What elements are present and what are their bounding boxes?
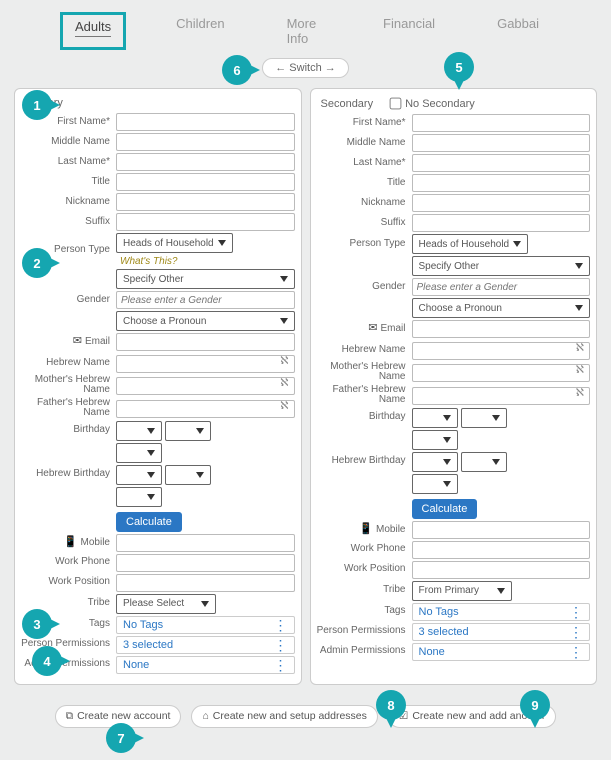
primary-admin-perm-chip[interactable]: None⋮ [116, 656, 295, 674]
secondary-tags-chip[interactable]: No Tags⋮ [412, 603, 591, 621]
primary-specify-other-select[interactable]: Specify Other [116, 269, 295, 289]
secondary-work-pos-input[interactable] [412, 561, 591, 579]
secondary-tribe-select[interactable]: From Primary [412, 581, 512, 601]
secondary-bday-d[interactable] [461, 408, 507, 428]
secondary-work-phone-input[interactable] [412, 541, 591, 559]
switch-button[interactable]: ← Switch → [262, 58, 349, 78]
secondary-title: Secondary [321, 98, 374, 110]
marker-1: 1 [22, 90, 52, 120]
secondary-bday-y[interactable] [412, 430, 458, 450]
primary-panel: Primary First Name* Middle Name Last Nam… [14, 88, 302, 685]
marker-3: 3 [22, 609, 52, 639]
secondary-gender-input[interactable] [412, 278, 591, 296]
primary-mobile-input[interactable] [116, 534, 295, 552]
whats-this-link[interactable]: What's This? [120, 256, 177, 267]
primary-pronoun-select[interactable]: Choose a Pronoun [116, 311, 295, 331]
email-icon [368, 323, 380, 334]
primary-bday-y[interactable] [116, 443, 162, 463]
primary-hebrew-name-input[interactable] [116, 355, 295, 373]
tab-adults[interactable]: Adults [60, 12, 126, 50]
secondary-panel: Secondary No Secondary First Name* Middl… [310, 88, 598, 685]
secondary-admin-perm-chip[interactable]: None⋮ [412, 643, 591, 661]
primary-bday-m[interactable] [116, 421, 162, 441]
mobile-icon [359, 524, 376, 535]
primary-bday-d[interactable] [165, 421, 211, 441]
primary-calculate-button[interactable]: Calculate [116, 512, 182, 532]
marker-4: 4 [32, 646, 62, 676]
secondary-mother-hebrew-input[interactable] [412, 364, 591, 382]
primary-father-hebrew-input[interactable] [116, 400, 295, 418]
primary-middle-name-input[interactable] [116, 133, 295, 151]
secondary-nickname-input[interactable] [412, 194, 591, 212]
secondary-suffix-input[interactable] [412, 214, 591, 232]
secondary-calculate-button[interactable]: Calculate [412, 499, 478, 519]
primary-hbday-m[interactable] [116, 465, 162, 485]
secondary-person-perm-chip[interactable]: 3 selected⋮ [412, 623, 591, 641]
no-secondary-checkbox[interactable] [390, 98, 402, 110]
secondary-first-name-input[interactable] [412, 114, 591, 132]
secondary-middle-name-input[interactable] [412, 134, 591, 152]
primary-email-input[interactable] [116, 333, 295, 351]
secondary-email-input[interactable] [412, 320, 591, 338]
primary-hbday-y[interactable] [116, 487, 162, 507]
primary-gender-input[interactable] [116, 291, 295, 309]
secondary-specify-other-select[interactable]: Specify Other [412, 256, 591, 276]
copy-icon: ⧉ [66, 710, 74, 723]
marker-6: 6 [222, 55, 252, 85]
tab-gabbai[interactable]: Gabbai [485, 12, 551, 50]
secondary-mobile-input[interactable] [412, 521, 591, 539]
secondary-hbday-m[interactable] [412, 452, 458, 472]
primary-nickname-input[interactable] [116, 193, 295, 211]
create-new-setup-addresses-button[interactable]: ⌂Create new and setup addresses [191, 705, 377, 728]
primary-suffix-input[interactable] [116, 213, 295, 231]
primary-title-input[interactable] [116, 173, 295, 191]
primary-mother-hebrew-input[interactable] [116, 377, 295, 395]
primary-last-name-input[interactable] [116, 153, 295, 171]
secondary-hbday-d[interactable] [461, 452, 507, 472]
marker-5: 5 [444, 52, 474, 82]
secondary-pronoun-select[interactable]: Choose a Pronoun [412, 298, 591, 318]
primary-hbday-d[interactable] [165, 465, 211, 485]
email-icon [73, 336, 85, 347]
secondary-title-input[interactable] [412, 174, 591, 192]
secondary-hebrew-name-input[interactable] [412, 342, 591, 360]
home-icon: ⌂ [202, 710, 208, 722]
secondary-last-name-input[interactable] [412, 154, 591, 172]
marker-8: 8 [376, 690, 406, 720]
primary-first-name-input[interactable] [116, 113, 295, 131]
primary-work-phone-input[interactable] [116, 554, 295, 572]
secondary-bday-m[interactable] [412, 408, 458, 428]
marker-9: 9 [520, 690, 550, 720]
tab-financial[interactable]: Financial [371, 12, 447, 50]
mobile-icon [64, 537, 81, 548]
tab-more-info[interactable]: More Info [275, 12, 333, 50]
primary-work-pos-input[interactable] [116, 574, 295, 592]
primary-person-type-select[interactable]: Heads of Household [116, 233, 233, 253]
secondary-person-type-select[interactable]: Heads of Household [412, 234, 529, 254]
primary-person-perm-chip[interactable]: 3 selected⋮ [116, 636, 295, 654]
secondary-father-hebrew-input[interactable] [412, 387, 591, 405]
marker-7: 7 [106, 723, 136, 753]
primary-tribe-select[interactable]: Please Select [116, 594, 216, 614]
tab-children[interactable]: Children [164, 12, 236, 50]
marker-2: 2 [22, 248, 52, 278]
primary-tags-chip[interactable]: No Tags⋮ [116, 616, 295, 634]
secondary-hbday-y[interactable] [412, 474, 458, 494]
